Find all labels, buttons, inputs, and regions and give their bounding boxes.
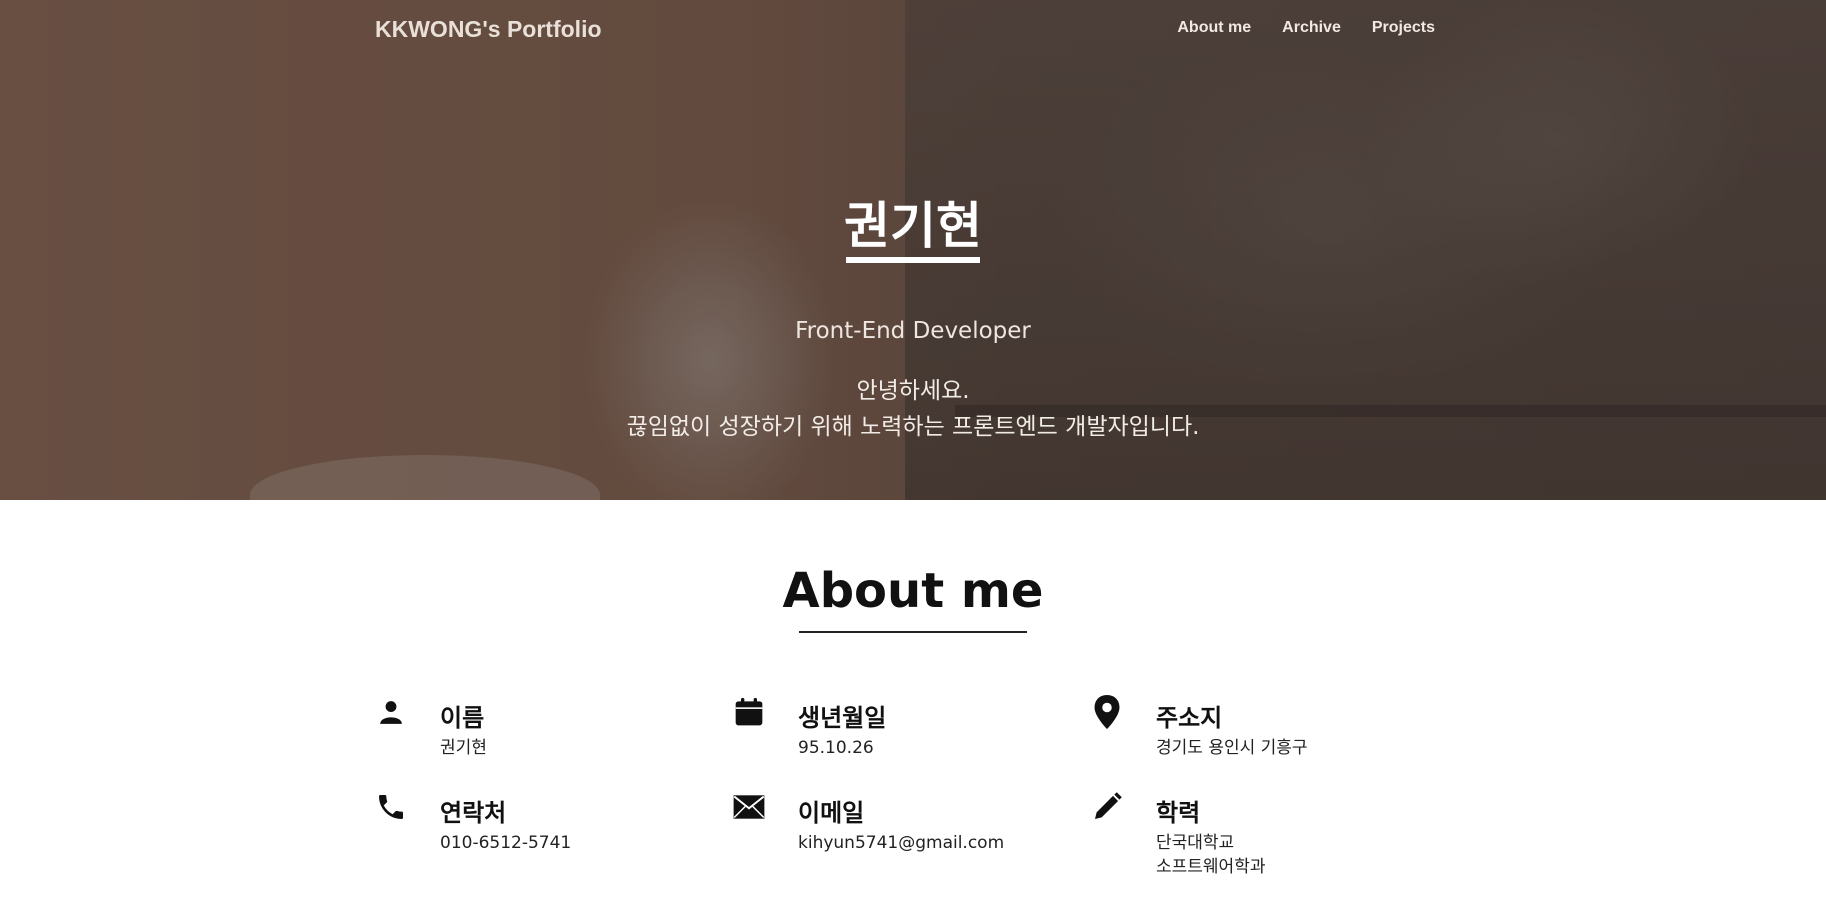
info-label: 연락처 xyxy=(440,799,507,827)
info-item-education: 학력 단국대학교 소프트웨어학과 xyxy=(1091,789,1431,879)
hero-name: 권기현 xyxy=(844,197,982,255)
info-item-email: 이메일 kihyun5741@gmail.com xyxy=(733,789,1073,879)
pencil-icon xyxy=(1091,791,1123,823)
info-value: 경기도 용인시 기흥구 xyxy=(1156,738,1308,758)
location-pin-icon xyxy=(1091,695,1123,729)
about-info-grid: 이름 권기현 생년월일 95.10.26 주소지 경기도 용인시 기흥구 연락처… xyxy=(375,694,1451,894)
hero-intro: 안녕하세요. 끊임없이 성장하기 위해 노력하는 프론트엔드 개발자입니다. xyxy=(0,373,1826,445)
nav-menu: About me Archive Projects xyxy=(1177,19,1435,37)
envelope-icon xyxy=(733,791,765,823)
info-label: 생년월일 xyxy=(798,704,887,732)
info-value: 권기현 xyxy=(440,738,487,758)
info-item-birthday: 생년월일 95.10.26 xyxy=(733,694,1073,784)
person-icon xyxy=(375,696,407,728)
hero-section: KKWONG's Portfolio About me Archive Proj… xyxy=(0,0,1826,500)
info-label: 학력 xyxy=(1156,799,1201,827)
top-navbar: KKWONG's Portfolio About me Archive Proj… xyxy=(0,0,1826,62)
info-value: kihyun5741@gmail.com xyxy=(798,833,1005,853)
info-value-line1: 단국대학교 xyxy=(1156,833,1235,853)
phone-icon xyxy=(375,791,407,823)
nav-link-about-me[interactable]: About me xyxy=(1177,19,1251,37)
info-item-address: 주소지 경기도 용인시 기흥구 xyxy=(1091,694,1431,784)
info-value: 95.10.26 xyxy=(798,738,874,758)
info-value-line2: 소프트웨어학과 xyxy=(1156,857,1266,877)
hero-name-underline xyxy=(846,257,980,263)
calendar-icon xyxy=(733,696,765,728)
about-me-title-underline xyxy=(799,631,1027,633)
info-label: 이름 xyxy=(440,704,485,732)
info-label: 이메일 xyxy=(798,799,865,827)
hero-intro-line2: 끊임없이 성장하기 위해 노력하는 프론트엔드 개발자입니다. xyxy=(626,414,1200,440)
info-label: 주소지 xyxy=(1156,704,1223,732)
info-value: 010-6512-5741 xyxy=(440,833,572,853)
hero-role: Front-End Developer xyxy=(795,318,1031,344)
info-value: 단국대학교 소프트웨어학과 xyxy=(1156,831,1265,879)
nav-link-archive[interactable]: Archive xyxy=(1282,19,1341,37)
nav-link-projects[interactable]: Projects xyxy=(1372,19,1435,37)
brand-link[interactable]: KKWONG's Portfolio xyxy=(375,16,602,43)
hero-intro-line1: 안녕하세요. xyxy=(856,378,970,404)
about-me-title: About me xyxy=(782,563,1044,619)
info-item-contact: 연락처 010-6512-5741 xyxy=(375,789,715,879)
info-item-name: 이름 권기현 xyxy=(375,694,715,784)
